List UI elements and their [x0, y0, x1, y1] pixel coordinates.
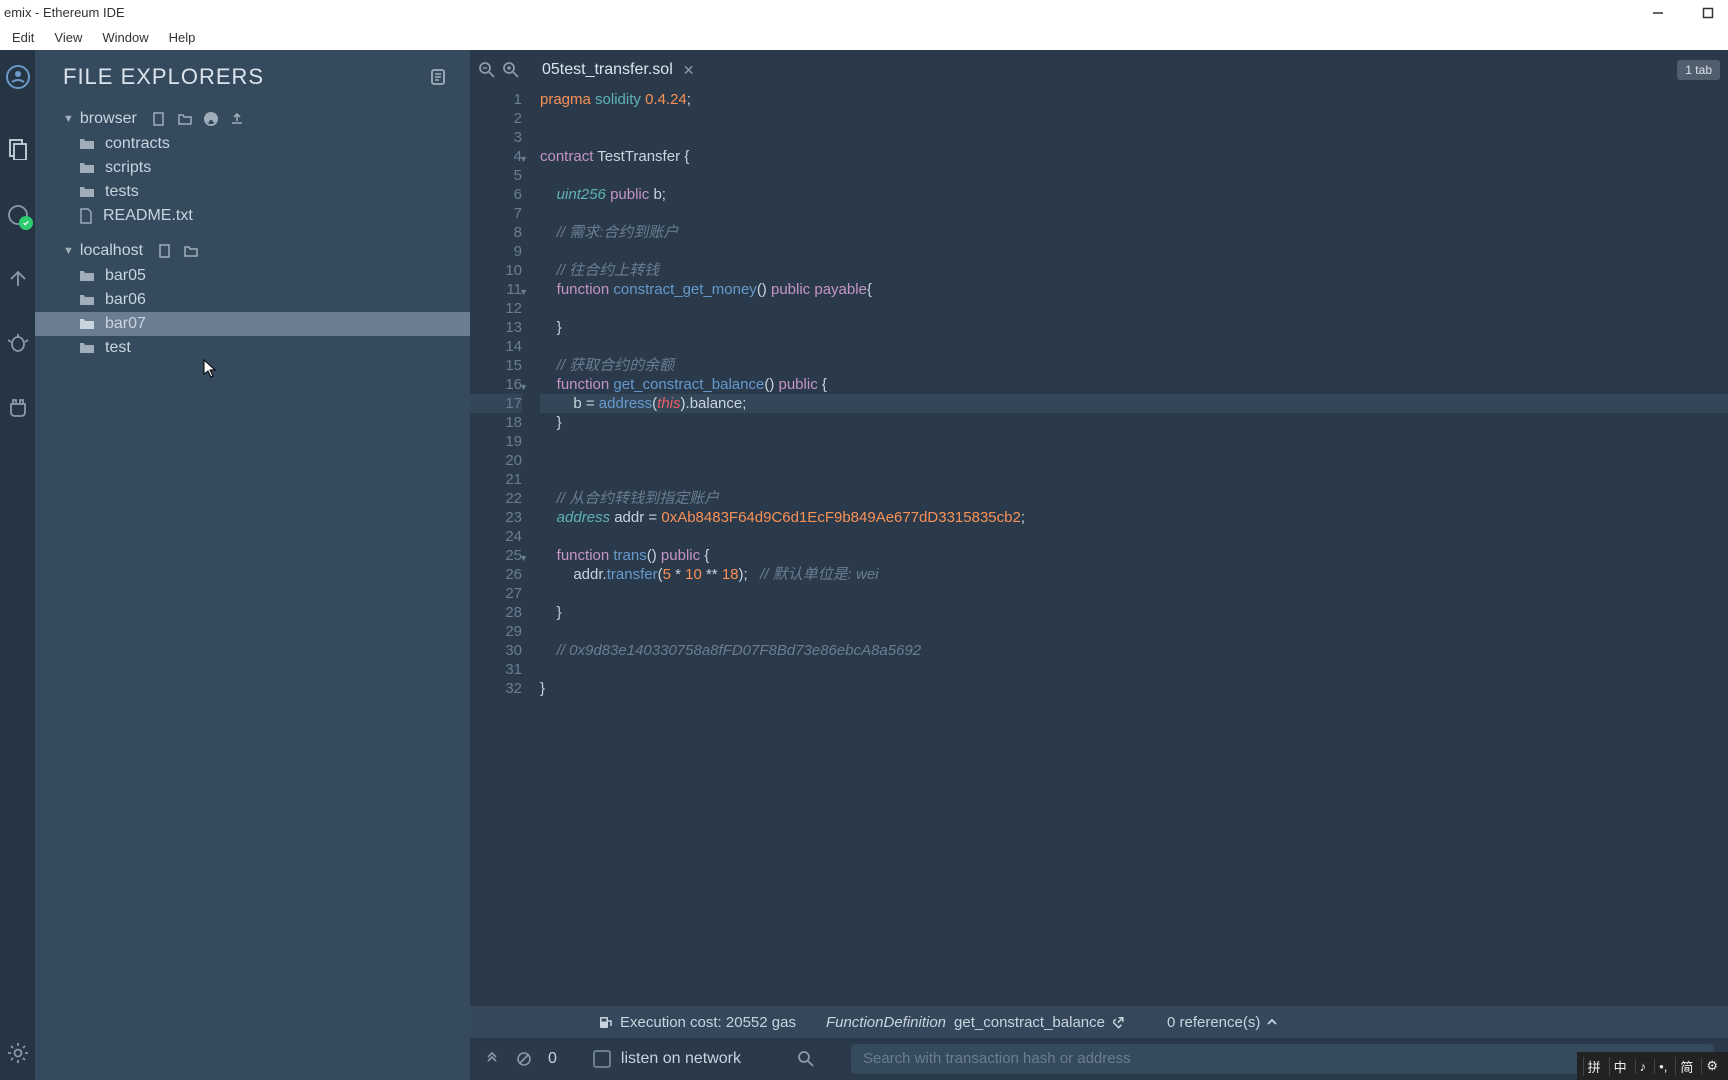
sidebar-title: FILE EXPLORERS	[63, 64, 264, 90]
minimize-button[interactable]	[1648, 3, 1668, 23]
ime-mode[interactable]: 拼	[1583, 1057, 1605, 1076]
tree-item-bar05[interactable]: bar05	[35, 264, 470, 288]
compiler-success-badge	[19, 216, 33, 230]
titlebar: emix - Ethereum IDE	[0, 0, 1728, 25]
tree-root-localhost[interactable]: ▼ localhost	[35, 238, 470, 264]
menubar: Edit View Window Help	[0, 25, 1728, 50]
tree-item-scripts[interactable]: scripts	[35, 156, 470, 180]
gas-pump-icon	[598, 1014, 614, 1030]
code-content[interactable]: pragma solidity 0.4.24;contract TestTran…	[532, 90, 1728, 1006]
new-file-icon[interactable]	[151, 111, 167, 127]
tree-item-label: contracts	[105, 135, 170, 153]
close-icon[interactable]: ✕	[683, 62, 695, 79]
menu-edit[interactable]: Edit	[4, 28, 42, 47]
new-folder-icon[interactable]	[177, 111, 193, 127]
window-controls	[1648, 0, 1718, 25]
tree-item-readme[interactable]: README.txt	[35, 204, 470, 228]
file-tree: ▼ browser contracts scripts tests	[35, 98, 470, 368]
tab-label: 05test_transfer.sol	[542, 61, 673, 79]
tree-item-label: tests	[105, 183, 139, 201]
main-app: FILE EXPLORERS ▼ browser contracts	[0, 50, 1728, 1080]
code-editor[interactable]: 1234▼567891011▼1213141516▼17181920212223…	[470, 90, 1728, 1006]
tree-item-label: bar05	[105, 267, 146, 285]
ime-settings-icon[interactable]: ⚙	[1701, 1058, 1722, 1074]
tree-item-label: test	[105, 339, 131, 357]
file-icon	[79, 208, 93, 224]
zoom-out-icon[interactable]	[478, 61, 496, 79]
editor-area: 05test_transfer.sol ✕ 1 tab 1234▼5678910…	[470, 50, 1728, 1080]
references-status[interactable]: 0 reference(s)	[1167, 1014, 1278, 1031]
status-bar: Execution cost: 20552 gas FunctionDefini…	[470, 1006, 1728, 1038]
window-title: emix - Ethereum IDE	[4, 5, 125, 20]
menu-help[interactable]: Help	[161, 28, 204, 47]
pending-count: 0	[548, 1050, 557, 1068]
tree-root-label: localhost	[80, 242, 143, 260]
zoom-in-icon[interactable]	[502, 61, 520, 79]
compiler-icon[interactable]	[5, 202, 31, 228]
gas-text: Execution cost: 20552 gas	[620, 1014, 796, 1031]
sidebar: FILE EXPLORERS ▼ browser contracts	[35, 50, 470, 1080]
listen-network-toggle[interactable]: listen on network	[593, 1050, 741, 1068]
folder-icon	[79, 269, 95, 283]
tree-item-contracts[interactable]: contracts	[35, 132, 470, 156]
ime-theme[interactable]: •,	[1654, 1059, 1671, 1074]
folder-icon	[79, 293, 95, 307]
tree-item-label: bar06	[105, 291, 146, 309]
tree-item-tests[interactable]: tests	[35, 180, 470, 204]
gas-status: Execution cost: 20552 gas	[598, 1014, 796, 1031]
block-icon[interactable]	[516, 1051, 532, 1067]
caret-down-icon: ▼	[63, 113, 74, 125]
docs-icon[interactable]	[428, 67, 448, 87]
settings-gear-icon[interactable]	[5, 1040, 31, 1066]
file-explorer-icon[interactable]	[5, 136, 31, 162]
menu-window[interactable]: Window	[94, 28, 156, 47]
new-folder-icon[interactable]	[183, 243, 199, 259]
tree-item-label: scripts	[105, 159, 151, 177]
tree-item-label: bar07	[105, 315, 146, 333]
checkbox-icon[interactable]	[593, 1050, 611, 1068]
fn-type: FunctionDefinition	[826, 1014, 946, 1031]
new-file-icon[interactable]	[157, 243, 173, 259]
search-icon[interactable]	[797, 1050, 815, 1068]
ime-sound[interactable]: ♪	[1635, 1059, 1651, 1074]
share-icon[interactable]	[1113, 1015, 1127, 1029]
github-icon[interactable]	[203, 111, 219, 127]
refs-text: 0 reference(s)	[1167, 1014, 1260, 1031]
activity-bar	[0, 50, 35, 1080]
menu-view[interactable]: View	[46, 28, 90, 47]
tab-bar: 05test_transfer.sol ✕ 1 tab	[470, 50, 1728, 90]
tree-root-label: browser	[80, 110, 137, 128]
folder-icon	[79, 185, 95, 199]
tree-root-browser[interactable]: ▼ browser	[35, 106, 470, 132]
ime-simp[interactable]: 简	[1675, 1057, 1697, 1076]
plugin-icon[interactable]	[5, 394, 31, 420]
fn-name: get_constract_balance	[954, 1014, 1105, 1031]
ime-bar: 拼 中 ♪ •, 简 ⚙	[1577, 1052, 1728, 1080]
folder-icon	[79, 341, 95, 355]
maximize-button[interactable]	[1698, 3, 1718, 23]
folder-icon	[79, 161, 95, 175]
caret-down-icon: ▼	[63, 245, 74, 257]
tree-item-label: README.txt	[103, 207, 193, 225]
tab-count-badge[interactable]: 1 tab	[1677, 60, 1720, 80]
sidebar-header: FILE EXPLORERS	[35, 50, 470, 98]
tree-item-test[interactable]: test	[35, 336, 470, 360]
upload-icon[interactable]	[229, 111, 245, 127]
ime-lang[interactable]: 中	[1609, 1057, 1631, 1076]
folder-icon	[79, 317, 95, 331]
debug-icon[interactable]	[5, 330, 31, 356]
folder-icon	[79, 137, 95, 151]
function-status: FunctionDefinition get_constract_balance	[826, 1014, 1127, 1031]
tree-item-bar07[interactable]: bar07	[35, 312, 470, 336]
editor-tab[interactable]: 05test_transfer.sol ✕	[534, 55, 702, 85]
listen-label: listen on network	[621, 1050, 741, 1068]
chevron-up-icon	[1266, 1016, 1278, 1028]
line-gutter: 1234▼567891011▼1213141516▼17181920212223…	[470, 90, 532, 1006]
terminal-bar: 0 listen on network	[470, 1038, 1728, 1080]
remix-logo-icon[interactable]	[5, 64, 31, 90]
deploy-icon[interactable]	[5, 266, 31, 292]
tree-item-bar06[interactable]: bar06	[35, 288, 470, 312]
expand-icon[interactable]	[484, 1051, 500, 1067]
